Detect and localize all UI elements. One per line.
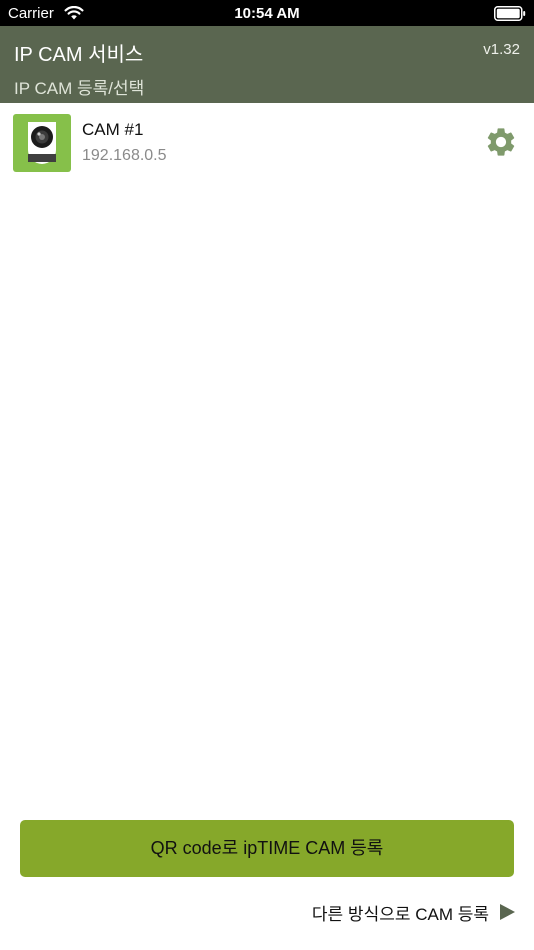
app-header: IP CAM 서비스 v1.32 IP CAM 등록/선택 bbox=[0, 26, 534, 103]
version-label: v1.32 bbox=[483, 41, 520, 58]
camera-thumbnail bbox=[13, 114, 71, 172]
status-time: 10:54 AM bbox=[234, 5, 300, 22]
status-bar: Carrier 10:54 AM bbox=[0, 0, 534, 26]
qr-register-button[interactable]: QR code로 ipTIME CAM 등록 bbox=[20, 820, 514, 877]
camera-list-item[interactable]: CAM #1 192.168.0.5 bbox=[0, 103, 534, 183]
camera-ip: 192.168.0.5 bbox=[82, 147, 167, 164]
battery-icon bbox=[494, 6, 526, 21]
camera-list: CAM #1 192.168.0.5 bbox=[0, 103, 534, 183]
gear-icon[interactable] bbox=[484, 125, 518, 159]
page-subtitle: IP CAM 등록/선택 bbox=[14, 79, 145, 98]
other-register-label: 다른 방식으로 CAM 등록 bbox=[311, 904, 489, 924]
play-arrow-icon bbox=[500, 904, 515, 920]
camera-icon bbox=[28, 122, 56, 164]
page-title: IP CAM 서비스 bbox=[14, 44, 144, 66]
camera-name: CAM #1 bbox=[82, 120, 144, 139]
other-register-link[interactable]: 다른 방식으로 CAM 등록 bbox=[312, 900, 516, 924]
